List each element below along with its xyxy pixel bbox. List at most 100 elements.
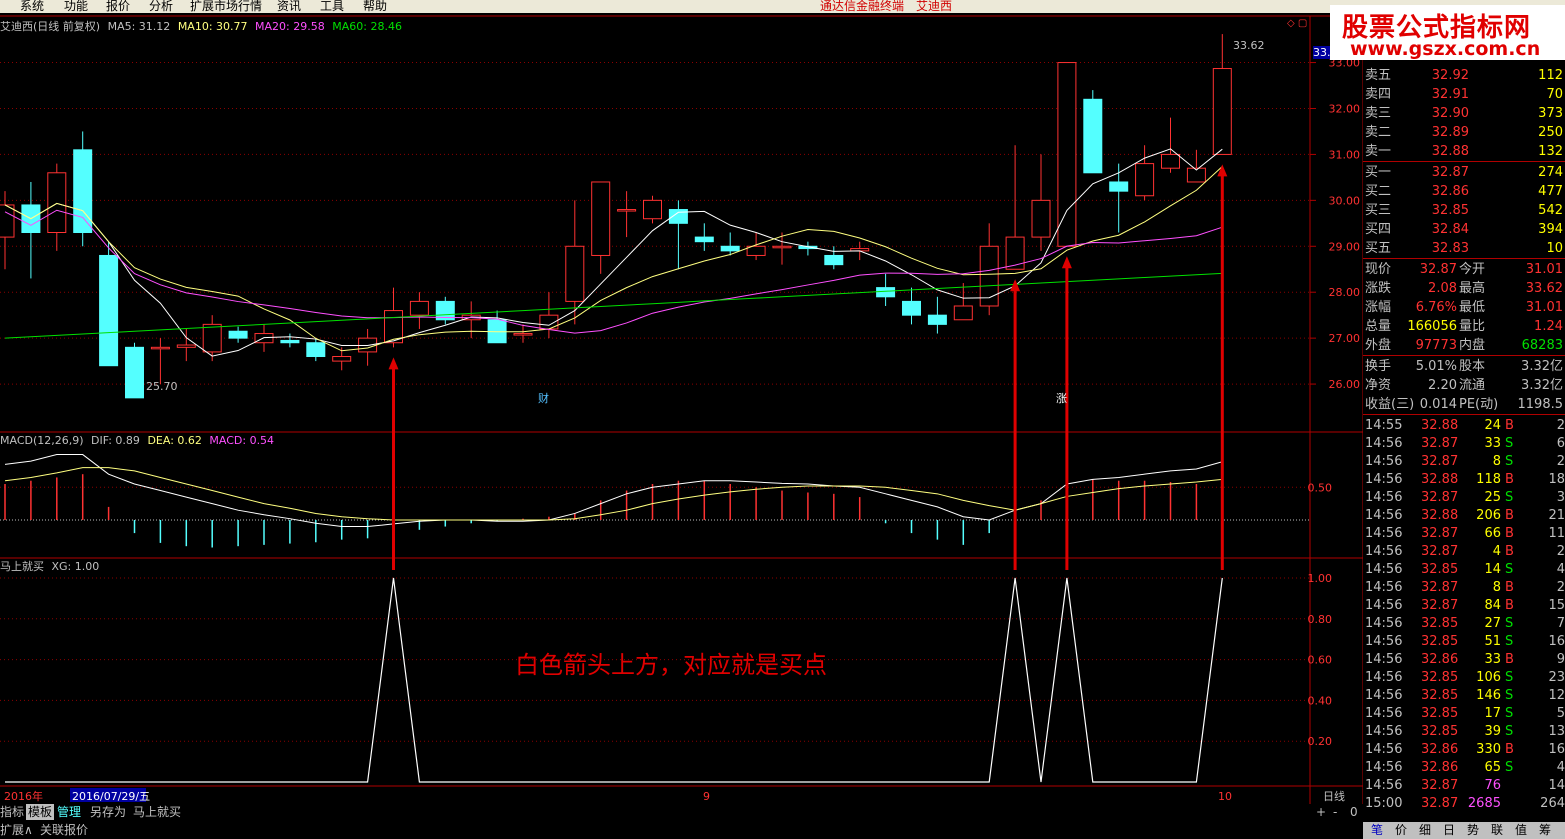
xg-title: 马上就买 — [0, 560, 44, 573]
ask-row[interactable]: 卖一 32.88 132 — [1363, 143, 1565, 161]
menu-item-news[interactable]: 资讯 — [277, 0, 301, 13]
stat-row[interactable]: 涨幅 6.76% 最低 31.01 — [1363, 299, 1565, 317]
fund-row[interactable]: 净资 2.20 流通 3.32亿 — [1363, 377, 1565, 395]
tick-row[interactable]: 14:56 32.88 118 B 18 — [1363, 471, 1565, 489]
stat-row[interactable]: 外盘 97773 内盘 68283 — [1363, 337, 1565, 355]
xg-axis-label: 0.60 — [1308, 654, 1333, 667]
tick-row[interactable]: 15:00 32.87 2685 264 — [1363, 795, 1565, 813]
tick-row[interactable]: 14:56 32.87 66 B 11 — [1363, 525, 1565, 543]
tick-price: 32.87 — [1421, 544, 1459, 559]
stat-row[interactable]: 总量 166056 量比 1.24 — [1363, 318, 1565, 336]
main-header: 艾迪西(日线 前复权) MA5: 31.12 MA10: 30.77 MA20:… — [0, 20, 402, 34]
stat-row[interactable]: 现价 32.87 今开 31.01 — [1363, 261, 1565, 279]
tick-row[interactable]: 14:56 32.85 106 S 23 — [1363, 669, 1565, 687]
tab-template[interactable]: 模板 — [26, 804, 55, 820]
side-tab-chou[interactable]: 筹 — [1539, 822, 1551, 839]
menu-item-system[interactable]: 系统 — [20, 0, 44, 13]
tick-price: 32.88 — [1421, 418, 1459, 433]
tick-row[interactable]: 14:56 32.87 8 B 2 — [1363, 579, 1565, 597]
zoom-in-button[interactable]: + — [1316, 804, 1326, 820]
ask-row[interactable]: 卖三 32.90 373 — [1363, 105, 1565, 123]
fund-row[interactable]: 收益(三) 0.014 PE(动) 1198.5 — [1363, 396, 1565, 414]
stock-chart[interactable]: 33.0032.0031.0030.0029.0028.0027.0026.00… — [0, 0, 1363, 804]
tick-row[interactable]: 14:56 32.86 65 S 4 — [1363, 759, 1565, 777]
menu-item-ext-market[interactable]: 扩展市场行情 — [190, 0, 262, 13]
stat-row[interactable]: 涨跌 2.08 最高 33.62 — [1363, 280, 1565, 298]
dea-line — [4, 467, 1223, 521]
side-tab-lian[interactable]: 联 — [1491, 822, 1503, 839]
ask-price: 32.92 — [1431, 68, 1469, 83]
tick-row[interactable]: 14:56 32.85 14 S 4 — [1363, 561, 1565, 579]
tab-expand[interactable]: 扩展∧ — [0, 822, 33, 838]
candle-body — [565, 245, 585, 302]
bid-row[interactable]: 买二 32.86 477 — [1363, 183, 1565, 201]
tick-row[interactable]: 14:56 32.87 25 S 3 — [1363, 489, 1565, 507]
tick-count: 23 — [1548, 670, 1565, 685]
tick-row[interactable]: 14:56 32.87 76 14 — [1363, 777, 1565, 795]
ask-price: 32.89 — [1431, 125, 1469, 140]
candle-body — [617, 209, 637, 212]
tick-price: 32.87 — [1421, 598, 1459, 613]
side-tab-xi[interactable]: 细 — [1419, 822, 1431, 839]
stat-value: 166056 — [1407, 319, 1457, 334]
tab-save-as[interactable]: 另存为 — [90, 804, 126, 820]
tick-row[interactable]: 14:56 32.85 17 S 5 — [1363, 705, 1565, 723]
tick-row[interactable]: 14:55 32.88 24 B 2 — [1363, 417, 1565, 435]
side-tab-jia[interactable]: 价 — [1395, 822, 1407, 839]
menu-item-quote[interactable]: 报价 — [106, 0, 130, 13]
stat-value: 97773 — [1415, 338, 1457, 353]
tick-row[interactable]: 14:56 32.85 39 S 13 — [1363, 723, 1565, 741]
tick-row[interactable]: 14:56 32.88 206 B 21 — [1363, 507, 1565, 525]
ask-row[interactable]: 卖二 32.89 250 — [1363, 124, 1565, 142]
tick-time: 14:56 — [1365, 526, 1403, 541]
tick-price: 32.85 — [1421, 562, 1459, 577]
bid-label: 买四 — [1365, 222, 1392, 237]
side-tab-bi[interactable]: 笔 — [1371, 822, 1383, 839]
tick-row[interactable]: 14:56 32.87 4 B 2 — [1363, 543, 1565, 561]
tick-direction: B — [1505, 508, 1514, 523]
tick-row[interactable]: 14:56 32.87 84 B 15 — [1363, 597, 1565, 615]
tick-row[interactable]: 14:56 32.85 51 S 16 — [1363, 633, 1565, 651]
zoom-out-button[interactable]: - — [1333, 804, 1337, 820]
stat-label: 最高 — [1459, 281, 1486, 296]
tick-row[interactable]: 14:56 32.85 146 S 12 — [1363, 687, 1565, 705]
candle-body — [280, 339, 300, 344]
tick-count: 2 — [1556, 580, 1565, 595]
marker-zhang[interactable]: 涨 — [1056, 390, 1067, 406]
bid-row[interactable]: 买四 32.84 394 — [1363, 221, 1565, 239]
tick-row[interactable]: 14:56 32.86 33 B 9 — [1363, 651, 1565, 669]
candle-body — [591, 181, 611, 256]
stat-value: 32.87 — [1419, 262, 1457, 277]
bid-row[interactable]: 买三 32.85 542 — [1363, 202, 1565, 220]
menu-item-function[interactable]: 功能 — [64, 0, 88, 13]
fund-value: 2.20 — [1428, 378, 1457, 393]
tab-related-quote[interactable]: 关联报价 — [40, 822, 88, 838]
candle-body — [99, 254, 119, 367]
reset-button[interactable]: 0 — [1350, 804, 1358, 820]
tick-row[interactable]: 14:56 32.86 330 B 16 — [1363, 741, 1565, 759]
menu-item-tools[interactable]: 工具 — [320, 0, 344, 13]
stat-label: 涨跌 — [1365, 281, 1392, 296]
tick-row[interactable]: 14:56 32.87 8 S 2 — [1363, 453, 1565, 471]
ask-row[interactable]: 卖五 32.92 112 — [1363, 67, 1565, 85]
tick-row[interactable]: 14:56 32.85 27 S 7 — [1363, 615, 1565, 633]
menu-item-analysis[interactable]: 分析 — [149, 0, 173, 13]
tick-time: 14:56 — [1365, 562, 1403, 577]
marker-cai[interactable]: 财 — [538, 390, 549, 406]
tick-row[interactable]: 14:56 32.87 33 S 6 — [1363, 435, 1565, 453]
tick-volume: 206 — [1476, 508, 1501, 523]
window-icons[interactable]: ◇ ▢ — [1287, 18, 1307, 29]
tab-manage[interactable]: 管理 — [57, 804, 81, 820]
side-tab-shi[interactable]: 势 — [1467, 822, 1479, 839]
menu-item-help[interactable]: 帮助 — [363, 0, 387, 13]
tab-mashangjiumai[interactable]: 马上就买 — [133, 804, 181, 820]
side-tab-zhi[interactable]: 值 — [1515, 822, 1527, 839]
side-tab-ri[interactable]: 日 — [1443, 822, 1455, 839]
tab-indicator[interactable]: 指标 — [0, 804, 24, 820]
time-year-label: 2016年 — [4, 789, 43, 803]
ask-row[interactable]: 卖四 32.91 70 — [1363, 86, 1565, 104]
bid-row[interactable]: 买一 32.87 274 — [1363, 164, 1565, 182]
price-axis-label: 26.00 — [1329, 378, 1361, 391]
fund-row[interactable]: 换手 5.01% 股本 3.32亿 — [1363, 358, 1565, 376]
bid-row[interactable]: 买五 32.83 10 — [1363, 240, 1565, 258]
